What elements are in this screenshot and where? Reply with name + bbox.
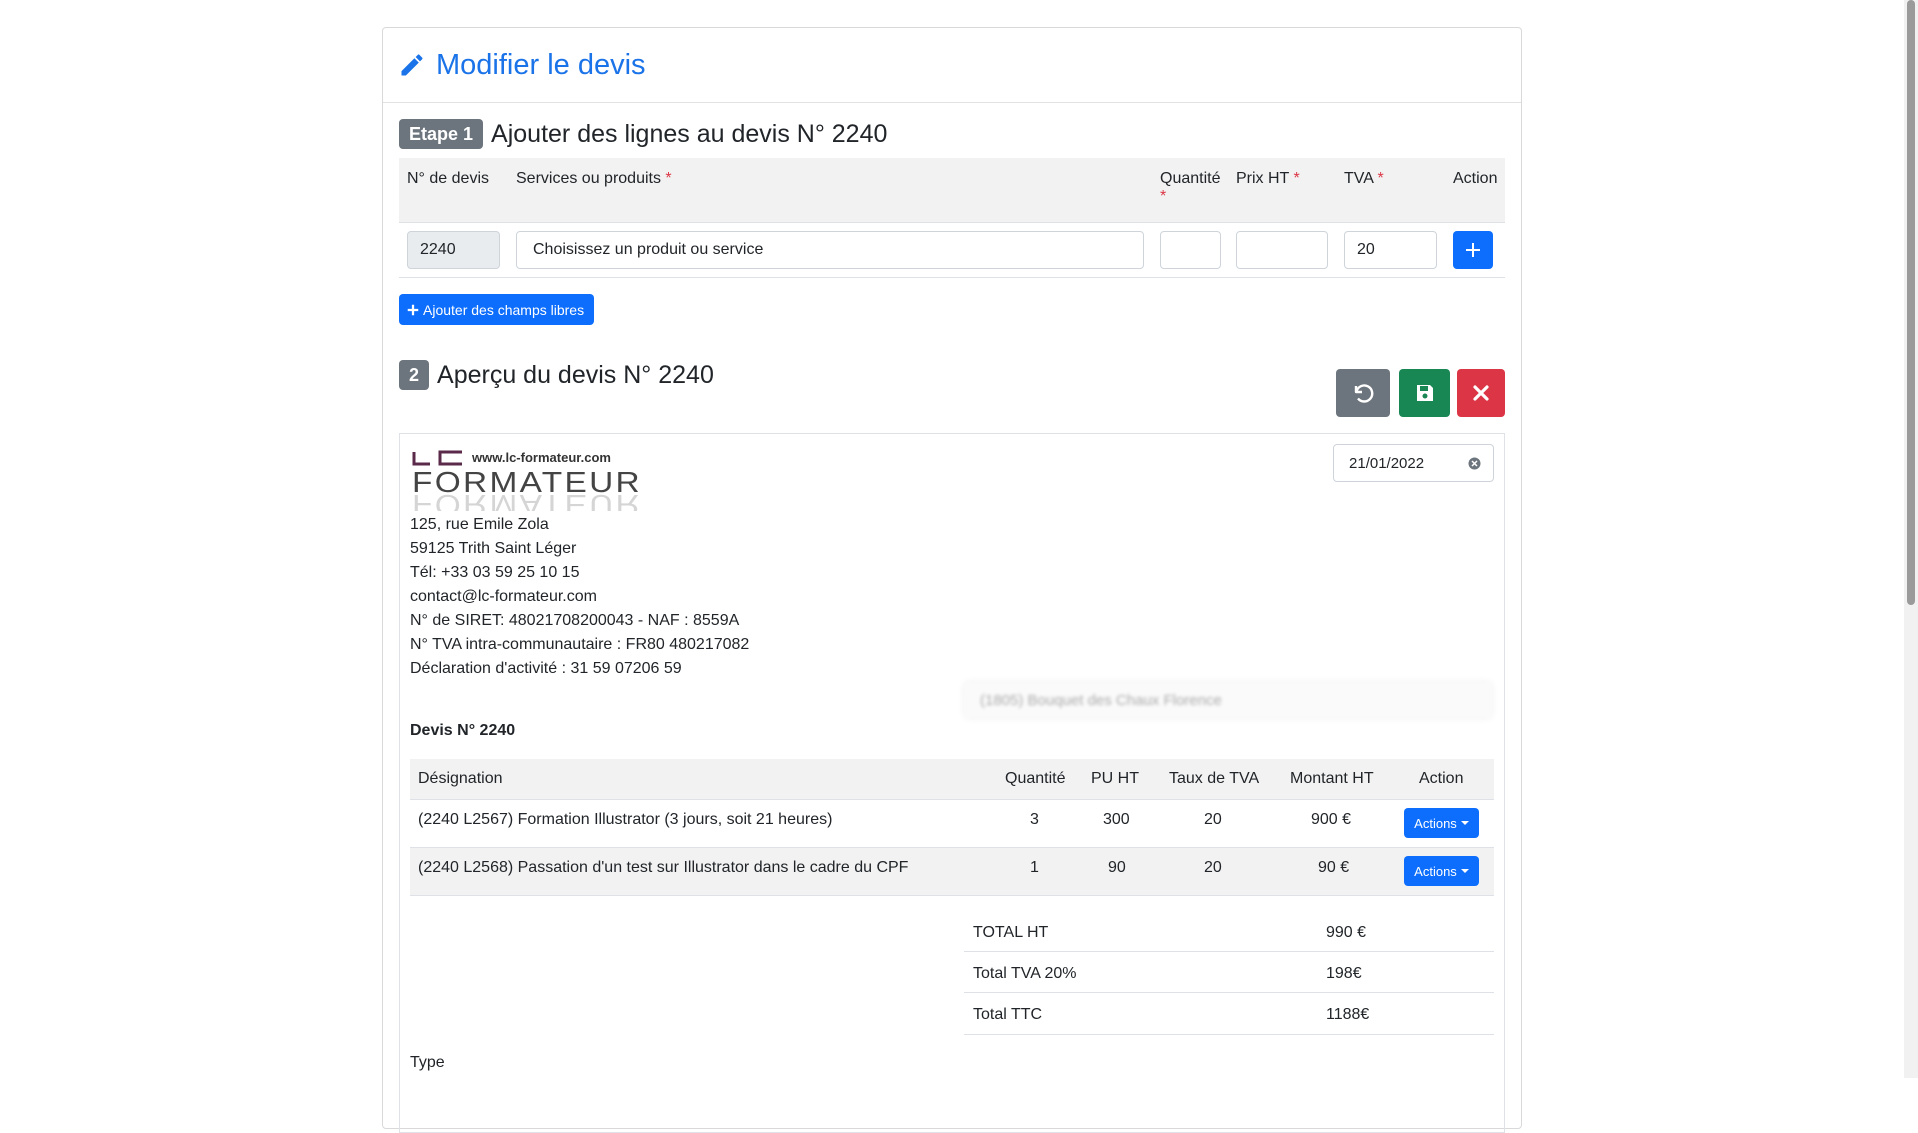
- card-header: Modifier le devis: [383, 28, 1521, 103]
- divider: [410, 799, 1494, 800]
- col-pu-ht: PU HT: [1091, 770, 1139, 787]
- col-action: Action: [1419, 770, 1464, 787]
- col-taux-tva: Taux de TVA: [1169, 770, 1260, 787]
- col-quantite: Quantité *: [1160, 170, 1221, 205]
- row1-tva: 20: [1204, 811, 1222, 828]
- col-quantite: Quantité: [1005, 770, 1066, 787]
- col-action: Action: [1453, 170, 1498, 187]
- svg-text:www.lc-formateur.com: www.lc-formateur.com: [471, 450, 611, 465]
- pencil-icon: [401, 54, 423, 76]
- quote-heading: Devis N° 2240: [410, 722, 516, 739]
- price-input[interactable]: [1236, 231, 1328, 269]
- divider: [399, 222, 1505, 223]
- client-select[interactable]: (1805) Bouquet des Chaux Florence: [964, 682, 1492, 718]
- company-address1: 125, rue Emile Zola: [410, 516, 549, 533]
- total-tva-label: Total TVA 20%: [973, 965, 1077, 982]
- logo-graphic: www.lc-formateur.com FORMATEUR FORMATEUR: [412, 450, 642, 520]
- col-designation: Désignation: [418, 770, 503, 787]
- col-numero: N° de devis: [407, 170, 489, 187]
- total-tva-value: 198€: [1326, 965, 1362, 982]
- col-prix: Prix HT *: [1236, 170, 1300, 187]
- row2-designation: (2240 L2568) Passation d'un test sur Ill…: [418, 859, 909, 876]
- service-select[interactable]: Choisissez un produit ou service: [516, 231, 1144, 269]
- company-address2: 59125 Trith Saint Léger: [410, 540, 577, 557]
- col-montant-ht: Montant HT: [1290, 770, 1374, 787]
- company-siret: N° de SIRET: 48021708200043 - NAF : 8559…: [410, 612, 740, 629]
- step2-badge: 2: [399, 360, 430, 390]
- save-button[interactable]: [1399, 369, 1450, 417]
- quantity-input[interactable]: [1160, 231, 1221, 269]
- row2-tva: 20: [1204, 859, 1222, 876]
- col-tva: TVA *: [1344, 170, 1384, 187]
- row2-montant: 90 €: [1318, 859, 1350, 876]
- undo-button[interactable]: [1336, 369, 1390, 417]
- lines-table-header: [399, 158, 1505, 222]
- total-ttc-value: 1188€: [1326, 1006, 1370, 1023]
- scrollbar-track[interactable]: [1904, 0, 1918, 1078]
- total-ht-label: TOTAL HT: [973, 924, 1049, 941]
- divider: [964, 951, 1494, 952]
- caret-down-icon: [1460, 869, 1469, 873]
- caret-down-icon: [1460, 821, 1469, 825]
- divider: [399, 277, 1505, 278]
- step2-header: 2 Aperçu du devis N° 2240: [399, 360, 714, 390]
- svg-text:FORMATEUR: FORMATEUR: [412, 488, 642, 511]
- company-email: contact@lc-formateur.com: [410, 588, 597, 605]
- plus-icon: [1466, 243, 1480, 257]
- page-title: Modifier le devis: [436, 48, 646, 81]
- row2-pu: 90: [1108, 859, 1126, 876]
- company-tva-intra: N° TVA intra-communautaire : FR80 480217…: [410, 636, 750, 653]
- company-declaration: Déclaration d'activité : 31 59 07206 59: [410, 660, 682, 677]
- clear-icon[interactable]: [1468, 457, 1481, 470]
- row1-designation: (2240 L2567) Formation Illustrator (3 jo…: [418, 811, 833, 828]
- col-services: Services ou produits *: [516, 170, 672, 187]
- divider: [964, 992, 1494, 993]
- undo-icon: [1354, 384, 1374, 403]
- company-logo: www.lc-formateur.com FORMATEUR FORMATEUR: [410, 447, 646, 520]
- row1-actions-button[interactable]: Actions: [1404, 808, 1479, 838]
- total-ht-value: 990 €: [1326, 924, 1367, 941]
- step1-badge: Etape 1: [399, 119, 484, 149]
- step1-title: Ajouter des lignes au devis N° 2240: [491, 119, 888, 148]
- row1-montant: 900 €: [1311, 811, 1352, 828]
- step1-header: Etape 1 Ajouter des lignes au devis N° 2…: [399, 119, 887, 149]
- quote-number-field: 2240: [407, 231, 500, 269]
- row2-actions-button[interactable]: Actions: [1404, 856, 1479, 886]
- divider: [964, 1034, 1494, 1035]
- total-ttc-label: Total TTC: [973, 1006, 1043, 1023]
- tva-input[interactable]: 20: [1344, 231, 1437, 269]
- close-icon: [1473, 385, 1489, 401]
- add-free-fields-button[interactable]: Ajouter des champs libres: [399, 294, 594, 325]
- floppy-disk-icon: [1416, 385, 1433, 401]
- add-free-fields-label: Ajouter des champs libres: [423, 301, 585, 318]
- date-input[interactable]: 21/01/2022: [1333, 444, 1494, 482]
- add-line-button[interactable]: [1453, 231, 1493, 269]
- row2-quantite: 1: [1030, 859, 1039, 876]
- divider: [410, 895, 1494, 896]
- type-label: Type: [410, 1054, 445, 1071]
- cancel-button[interactable]: [1457, 369, 1505, 417]
- row1-quantite: 3: [1030, 811, 1039, 828]
- scrollbar-thumb[interactable]: [1907, 0, 1915, 605]
- row1-pu: 300: [1103, 811, 1130, 828]
- plus-icon: [407, 304, 419, 315]
- company-phone: Tél: +33 03 59 25 10 15: [410, 564, 580, 581]
- step2-title: Aperçu du devis N° 2240: [437, 360, 714, 389]
